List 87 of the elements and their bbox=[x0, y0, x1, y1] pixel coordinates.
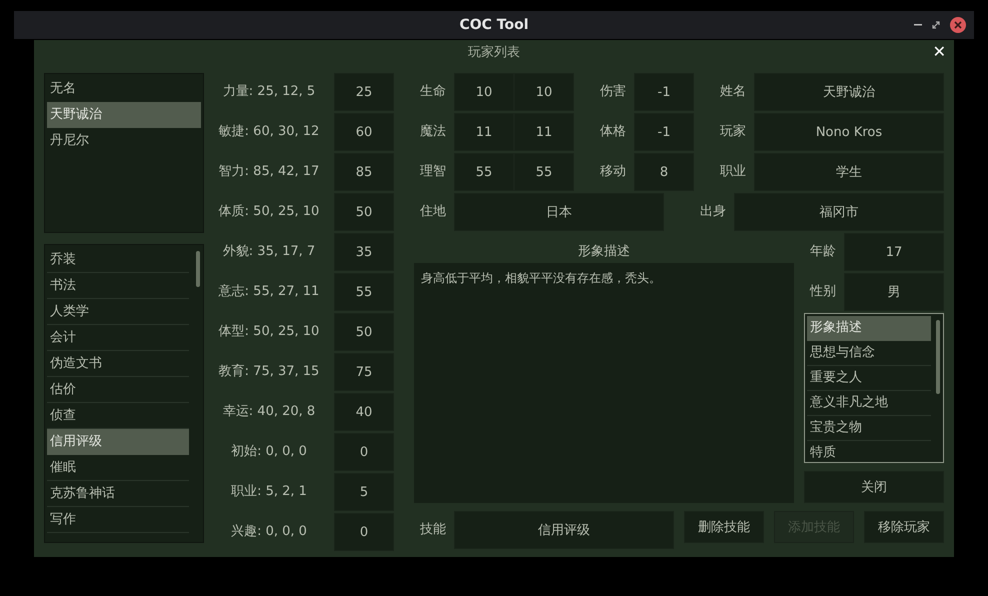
attribute-label: 敏捷: 60, 30, 12 bbox=[218, 123, 320, 141]
attribute-label: 初始: 0, 0, 0 bbox=[230, 443, 308, 461]
skill-item[interactable]: 人类学 bbox=[47, 299, 189, 325]
skill-item[interactable]: 克苏鲁神话 bbox=[47, 481, 189, 507]
max-field[interactable]: 55 bbox=[514, 153, 574, 191]
section-item[interactable]: 意义非凡之地 bbox=[807, 391, 931, 416]
info-label: 职业 bbox=[720, 163, 747, 181]
age-field[interactable]: 17 bbox=[844, 233, 944, 271]
close-icon[interactable] bbox=[950, 17, 966, 33]
current-field[interactable]: 11 bbox=[454, 113, 514, 151]
gender-field[interactable]: 男 bbox=[844, 273, 944, 311]
attribute-label: 体型: 50, 25, 10 bbox=[218, 323, 320, 341]
stat-label: 魔法 bbox=[419, 123, 447, 141]
attribute-field[interactable]: 5 bbox=[334, 473, 394, 511]
attribute-field[interactable]: 85 bbox=[334, 153, 394, 191]
attribute-label: 体质: 50, 25, 10 bbox=[218, 203, 320, 221]
attribute-field[interactable]: 75 bbox=[334, 353, 394, 391]
attribute-label: 外貌: 35, 17, 7 bbox=[222, 243, 316, 261]
info-label: 玩家 bbox=[720, 123, 747, 141]
attribute-label: 幸运: 40, 20, 8 bbox=[222, 403, 316, 421]
info-field[interactable]: 天野诚治 bbox=[754, 73, 944, 111]
player-item[interactable]: 丹尼尔 bbox=[47, 128, 201, 154]
attribute-field[interactable]: 50 bbox=[334, 313, 394, 351]
attribute-field[interactable]: 55 bbox=[334, 273, 394, 311]
skill-item[interactable]: 催眠 bbox=[47, 455, 189, 481]
info-label: 姓名 bbox=[720, 83, 747, 101]
max-field[interactable]: 10 bbox=[514, 73, 574, 111]
current-field[interactable]: 55 bbox=[454, 153, 514, 191]
skill-item[interactable]: 写作 bbox=[47, 507, 189, 533]
stat-label: 体格 bbox=[599, 123, 627, 141]
stat-label: 理智 bbox=[419, 163, 447, 181]
stat-label: 移动 bbox=[599, 163, 627, 181]
section-item[interactable]: 思想与信念 bbox=[807, 341, 931, 366]
skill-item[interactable]: 信用评级 bbox=[47, 429, 189, 455]
attribute-label: 意志: 55, 27, 11 bbox=[218, 283, 320, 301]
description-title: 形象描述 bbox=[577, 243, 631, 261]
attribute-field[interactable]: 40 bbox=[334, 393, 394, 431]
section-item[interactable]: 重要之人 bbox=[807, 366, 931, 391]
stat-label: 伤害 bbox=[599, 83, 627, 101]
scrollbar-thumb[interactable] bbox=[936, 320, 940, 394]
birthplace-label: 出身 bbox=[700, 203, 727, 221]
action-button[interactable]: 删除技能 bbox=[684, 511, 764, 543]
skill-item[interactable]: 估价 bbox=[47, 377, 189, 403]
attribute-field[interactable]: 35 bbox=[334, 233, 394, 271]
scrollbar-thumb[interactable] bbox=[196, 251, 200, 287]
attribute-field[interactable]: 50 bbox=[334, 193, 394, 231]
max-field[interactable]: 11 bbox=[514, 113, 574, 151]
birthplace-field[interactable]: 福冈市 bbox=[734, 193, 944, 231]
attribute-label: 教育: 75, 37, 15 bbox=[218, 362, 320, 381]
section-item[interactable]: 宝贵之物 bbox=[807, 416, 931, 441]
restore-icon[interactable] bbox=[932, 21, 940, 29]
attribute-field[interactable]: 25 bbox=[334, 73, 394, 111]
skill-item[interactable]: 书法 bbox=[47, 273, 189, 299]
player-item[interactable]: 天野诚治 bbox=[47, 102, 201, 128]
attribute-field[interactable]: 0 bbox=[334, 433, 394, 471]
stat-field[interactable]: -1 bbox=[634, 73, 694, 111]
close-button[interactable]: ✕ bbox=[930, 42, 948, 61]
attribute-label: 力量: 25, 12, 5 bbox=[222, 83, 316, 101]
gender-label: 性别 bbox=[808, 283, 837, 301]
info-field[interactable]: 学生 bbox=[754, 153, 944, 191]
current-field[interactable]: 10 bbox=[454, 73, 514, 111]
age-label: 年龄 bbox=[809, 243, 837, 261]
stat-label: 生命 bbox=[419, 83, 447, 101]
action-button[interactable]: 移除玩家 bbox=[864, 511, 944, 543]
dialog-title: 玩家列表 bbox=[468, 44, 520, 61]
info-field[interactable]: Nono Kros bbox=[754, 113, 944, 151]
skill-item[interactable]: 乔装 bbox=[47, 247, 189, 273]
residence-label: 住地 bbox=[419, 203, 447, 221]
section-item[interactable]: 特质 bbox=[807, 441, 931, 462]
player-item[interactable]: 无名 bbox=[47, 76, 201, 102]
attribute-field[interactable]: 0 bbox=[334, 513, 394, 551]
skill-label: 技能 bbox=[419, 521, 447, 539]
close-button[interactable]: 关闭 bbox=[804, 471, 944, 503]
minimize-icon[interactable] bbox=[914, 24, 922, 26]
attribute-field[interactable]: 60 bbox=[334, 113, 394, 151]
window-title: COC Tool bbox=[459, 17, 529, 33]
skill-item[interactable]: 伪造文书 bbox=[47, 351, 189, 377]
attribute-label: 职业: 5, 2, 1 bbox=[230, 483, 308, 501]
skill-item[interactable]: 会计 bbox=[47, 325, 189, 351]
residence-field[interactable]: 日本 bbox=[454, 193, 664, 231]
skill-field[interactable]: 信用评级 bbox=[454, 511, 674, 549]
attribute-label: 智力: 85, 42, 17 bbox=[218, 163, 320, 181]
attribute-label: 兴趣: 0, 0, 0 bbox=[230, 523, 308, 541]
stat-field[interactable]: 8 bbox=[634, 153, 694, 191]
stat-field[interactable]: -1 bbox=[634, 113, 694, 151]
section-item[interactable]: 形象描述 bbox=[807, 316, 931, 341]
description-text-area[interactable]: 身高低于平均，相貌平平没有存在感，秃头。 bbox=[414, 263, 794, 503]
